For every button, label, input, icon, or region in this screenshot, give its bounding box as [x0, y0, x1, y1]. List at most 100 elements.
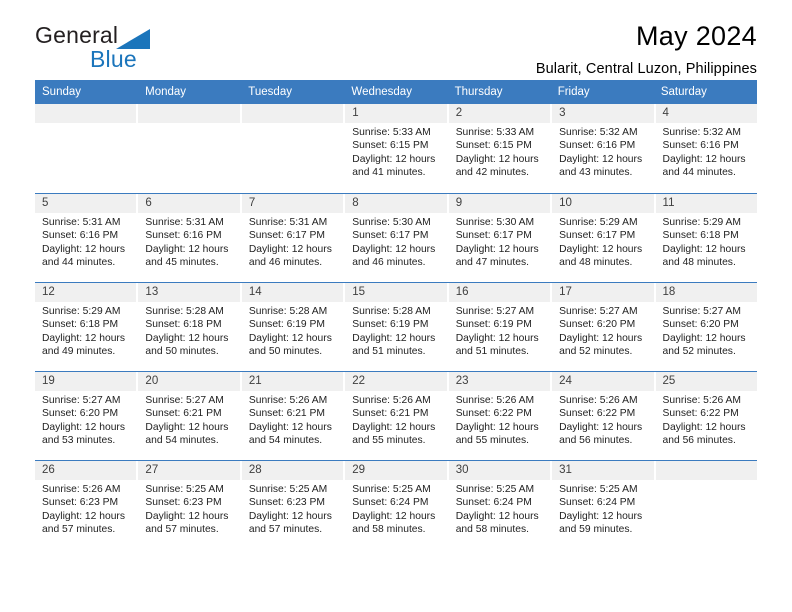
- sunset-text: Sunset: 6:24 PM: [352, 497, 429, 509]
- calendar-day-cell[interactable]: 6 Sunrise: 5:31 AM Sunset: 6:16 PM Daylight…: [138, 194, 242, 282]
- sunset-text: Sunset: 6:15 PM: [455, 140, 532, 152]
- day-number: 4: [655, 104, 757, 123]
- calendar-day-cell[interactable]: 18 Sunrise: 5:27 AM Sunset: 6:20 PM Dayligh…: [655, 283, 757, 371]
- day-details: Sunrise: 5:27 AM Sunset: 6:20 PM Daylight:…: [552, 302, 653, 359]
- day-number: 12: [35, 283, 137, 302]
- day-number: 16: [448, 283, 551, 302]
- day-number: 3: [552, 104, 654, 123]
- calendar-day-cell[interactable]: 27 Sunrise: 5:25 AM Sunset: 6:23 PM Dayligh…: [138, 461, 242, 549]
- calendar-day-cell[interactable]: 16 Sunrise: 5:27 AM Sunset: 6:19 PM Dayligh…: [448, 283, 553, 371]
- calendar-day-cell[interactable]: 29 Sunrise: 5:25 AM Sunset: 6:24 PM Dayligh…: [345, 461, 449, 549]
- sunrise-text: Sunrise: 5:27 AM: [559, 306, 638, 317]
- day-number: 23: [448, 372, 551, 391]
- day-number: 25: [655, 372, 757, 391]
- calendar-week-row: 26 Sunrise: 5:26 AM Sunset: 6:23 PM Dayligh…: [35, 460, 757, 549]
- daylight-text: Daylight: 12 hours and 58 minutes.: [352, 510, 436, 536]
- calendar-day-cell[interactable]: 21 Sunrise: 5:26 AM Sunset: 6:21 PM Dayligh…: [241, 372, 346, 460]
- sunset-text: Sunset: 6:15 PM: [352, 140, 429, 152]
- daylight-text: Daylight: 12 hours and 56 minutes.: [559, 421, 643, 447]
- calendar-day-cell-empty: [241, 104, 346, 193]
- calendar-week-row: 19 Sunrise: 5:27 AM Sunset: 6:20 PM Dayligh…: [35, 371, 757, 460]
- day-number: 18: [655, 283, 757, 302]
- calendar-day-cell[interactable]: 30 Sunrise: 5:25 AM Sunset: 6:24 PM Dayligh…: [448, 461, 553, 549]
- calendar-day-cell[interactable]: 1 Sunrise: 5:33 AM Sunset: 6:15 PM Daylight…: [345, 104, 449, 193]
- calendar-day-cell[interactable]: 25 Sunrise: 5:26 AM Sunset: 6:22 PM Dayligh…: [655, 372, 757, 460]
- sunrise-text: Sunrise: 5:26 AM: [559, 395, 638, 406]
- calendar-week-row: 1 Sunrise: 5:33 AM Sunset: 6:15 PM Daylight…: [35, 104, 757, 193]
- calendar-day-cell[interactable]: 2 Sunrise: 5:33 AM Sunset: 6:15 PM Daylight…: [448, 104, 553, 193]
- sunset-text: Sunset: 6:17 PM: [352, 230, 429, 242]
- sunset-text: Sunset: 6:23 PM: [145, 497, 222, 509]
- calendar-day-cell[interactable]: 10 Sunrise: 5:29 AM Sunset: 6:17 PM Dayligh…: [552, 194, 656, 282]
- daylight-text: Daylight: 12 hours and 41 minutes.: [352, 153, 436, 179]
- calendar-day-cell[interactable]: 22 Sunrise: 5:26 AM Sunset: 6:21 PM Dayligh…: [345, 372, 449, 460]
- sunrise-text: Sunrise: 5:25 AM: [559, 484, 638, 495]
- calendar-day-cell[interactable]: 23 Sunrise: 5:26 AM Sunset: 6:22 PM Dayligh…: [448, 372, 553, 460]
- calendar-day-cell[interactable]: 24 Sunrise: 5:26 AM Sunset: 6:22 PM Dayligh…: [552, 372, 656, 460]
- calendar-day-cell[interactable]: 15 Sunrise: 5:28 AM Sunset: 6:19 PM Dayligh…: [345, 283, 449, 371]
- day-details: Sunrise: 5:30 AM Sunset: 6:17 PM Daylight:…: [449, 213, 550, 270]
- sunrise-text: Sunrise: 5:32 AM: [662, 127, 741, 138]
- sunrise-text: Sunrise: 5:28 AM: [248, 306, 328, 317]
- sunset-text: Sunset: 6:22 PM: [455, 408, 532, 420]
- calendar-day-cell[interactable]: 3 Sunrise: 5:32 AM Sunset: 6:16 PM Daylight…: [552, 104, 656, 193]
- calendar-day-cell[interactable]: 26 Sunrise: 5:26 AM Sunset: 6:23 PM Dayligh…: [35, 461, 139, 549]
- day-details: Sunrise: 5:32 AM Sunset: 6:16 PM Daylight:…: [656, 123, 757, 180]
- calendar-day-cell[interactable]: 8 Sunrise: 5:30 AM Sunset: 6:17 PM Daylight…: [345, 194, 449, 282]
- calendar-day-cell[interactable]: 20 Sunrise: 5:27 AM Sunset: 6:21 PM Dayligh…: [138, 372, 242, 460]
- day-number: [35, 104, 137, 123]
- logo-text-blue: Blue: [90, 46, 137, 72]
- weekday-header-sunday: Sunday: [42, 86, 82, 98]
- sunrise-text: Sunrise: 5:25 AM: [145, 484, 224, 495]
- calendar-day-cell[interactable]: 14 Sunrise: 5:28 AM Sunset: 6:19 PM Dayligh…: [241, 283, 346, 371]
- day-details: Sunrise: 5:29 AM Sunset: 6:17 PM Daylight:…: [552, 213, 653, 270]
- day-number: 7: [241, 194, 344, 213]
- calendar-day-cell[interactable]: 13 Sunrise: 5:28 AM Sunset: 6:18 PM Dayligh…: [138, 283, 242, 371]
- calendar-day-cell[interactable]: 28 Sunrise: 5:25 AM Sunset: 6:23 PM Dayligh…: [241, 461, 346, 549]
- calendar-day-cell[interactable]: 12 Sunrise: 5:29 AM Sunset: 6:18 PM Dayligh…: [35, 283, 139, 371]
- sunrise-text: Sunrise: 5:25 AM: [248, 484, 328, 495]
- daylight-text: Daylight: 12 hours and 49 minutes.: [42, 332, 125, 358]
- day-details: Sunrise: 5:26 AM Sunset: 6:22 PM Daylight:…: [656, 391, 757, 448]
- calendar-day-cell[interactable]: 17 Sunrise: 5:27 AM Sunset: 6:20 PM Dayligh…: [552, 283, 656, 371]
- day-details: Sunrise: 5:25 AM Sunset: 6:24 PM Daylight:…: [449, 480, 550, 537]
- weekday-header-thursday: Thursday: [454, 86, 503, 98]
- general-blue-logo[interactable]: General Blue: [35, 22, 235, 72]
- calendar-body: 1 Sunrise: 5:33 AM Sunset: 6:15 PM Daylight…: [35, 104, 757, 549]
- calendar-day-cell[interactable]: 19 Sunrise: 5:27 AM Sunset: 6:20 PM Dayligh…: [35, 372, 139, 460]
- calendar-day-cell-empty: [138, 104, 242, 193]
- day-details: Sunrise: 5:33 AM Sunset: 6:15 PM Daylight:…: [345, 123, 446, 180]
- sunrise-text: Sunrise: 5:27 AM: [42, 395, 121, 406]
- day-number: 17: [552, 283, 654, 302]
- daylight-text: Daylight: 12 hours and 55 minutes.: [352, 421, 436, 447]
- day-number: 19: [35, 372, 137, 391]
- daylight-text: Daylight: 12 hours and 46 minutes.: [248, 243, 332, 269]
- logo-text-general: General: [35, 22, 119, 48]
- sunrise-text: Sunrise: 5:31 AM: [248, 217, 328, 228]
- day-number: 20: [138, 372, 240, 391]
- calendar-day-cell[interactable]: 4 Sunrise: 5:32 AM Sunset: 6:16 PM Daylight…: [655, 104, 757, 193]
- sunset-text: Sunset: 6:21 PM: [145, 408, 222, 420]
- calendar-day-cell[interactable]: 5 Sunrise: 5:31 AM Sunset: 6:16 PM Daylight…: [35, 194, 139, 282]
- sunset-text: Sunset: 6:19 PM: [352, 319, 429, 331]
- calendar-day-cell[interactable]: 31 Sunrise: 5:25 AM Sunset: 6:24 PM Dayligh…: [552, 461, 656, 549]
- sunset-text: Sunset: 6:16 PM: [42, 230, 119, 242]
- day-details: Sunrise: 5:26 AM Sunset: 6:22 PM Daylight:…: [449, 391, 550, 448]
- sunset-text: Sunset: 6:23 PM: [248, 497, 325, 509]
- sunset-text: Sunset: 6:16 PM: [145, 230, 222, 242]
- sunrise-text: Sunrise: 5:25 AM: [455, 484, 535, 495]
- daylight-text: Daylight: 12 hours and 59 minutes.: [559, 510, 643, 536]
- sunset-text: Sunset: 6:18 PM: [662, 230, 739, 242]
- day-details: Sunrise: 5:31 AM Sunset: 6:16 PM Daylight:…: [138, 213, 239, 270]
- day-details: Sunrise: 5:29 AM Sunset: 6:18 PM Daylight:…: [35, 302, 136, 359]
- daylight-text: Daylight: 12 hours and 57 minutes.: [248, 510, 332, 536]
- daylight-text: Daylight: 12 hours and 55 minutes.: [455, 421, 539, 447]
- day-details: Sunrise: 5:25 AM Sunset: 6:23 PM Daylight:…: [242, 480, 343, 537]
- day-number: 11: [655, 194, 757, 213]
- sunset-text: Sunset: 6:23 PM: [42, 497, 119, 509]
- calendar-day-cell[interactable]: 11 Sunrise: 5:29 AM Sunset: 6:18 PM Dayligh…: [655, 194, 757, 282]
- calendar-day-cell[interactable]: 9 Sunrise: 5:30 AM Sunset: 6:17 PM Daylight…: [448, 194, 553, 282]
- daylight-text: Daylight: 12 hours and 48 minutes.: [662, 243, 746, 269]
- calendar-day-cell[interactable]: 7 Sunrise: 5:31 AM Sunset: 6:17 PM Daylight…: [241, 194, 346, 282]
- weekday-header-friday: Friday: [557, 86, 590, 98]
